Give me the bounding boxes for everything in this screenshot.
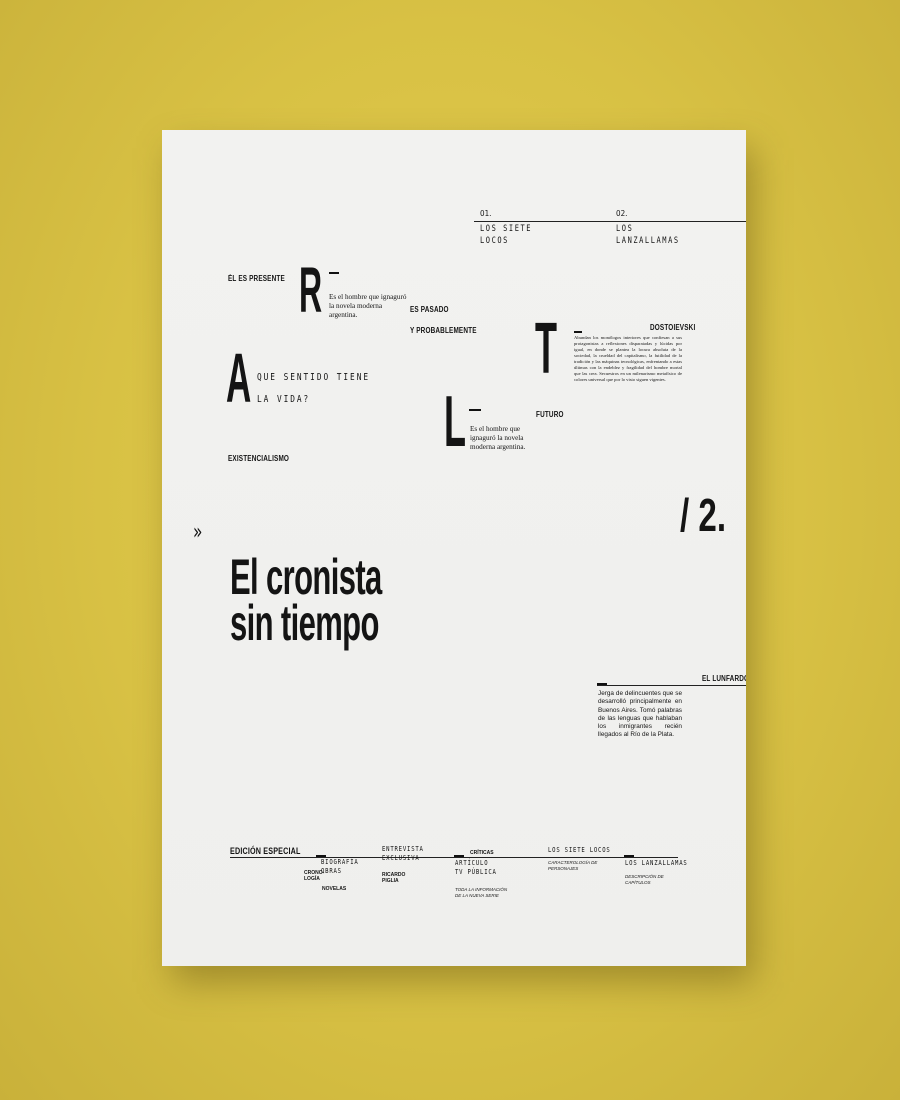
- label-futuro: FUTURO: [536, 410, 564, 419]
- footer-novelas: NOVELAS: [322, 886, 347, 892]
- quote-l: Es el hombre que ignaguró la novela mode…: [470, 425, 526, 451]
- nav-rule: [474, 221, 746, 222]
- footer-entrevista: ENTREVISTA EXCLUSIVA: [382, 845, 424, 862]
- footer-dash-1: [316, 855, 326, 857]
- footer-criticas: CRÍTICAS: [470, 850, 494, 856]
- dash-l: [469, 409, 481, 411]
- footer-caracterologia: CARACTEROLOGÍA DE PERSONAJES: [548, 860, 598, 871]
- footer-biografia: BIOGRAFÍA OBRAS: [321, 858, 359, 875]
- lunfardo-rule: [597, 685, 746, 686]
- footer-lanzallamas: LOS LANZALLAMAS: [625, 859, 688, 867]
- footer-descripcion: DESCRIPCIÓN DE CAPÍTULOS: [625, 874, 664, 885]
- poster: 01. LOS SIETE LOCOS 02. LOS LANZALLAMAS …: [162, 130, 746, 966]
- dash-r: [329, 272, 339, 274]
- nav-item1-title: LOS SIETE LOCOS: [480, 224, 533, 246]
- lunfardo-dash: [597, 683, 607, 685]
- footer-cronologia: CRONO- LOGÍA: [304, 870, 325, 882]
- letter-a: A: [226, 339, 252, 417]
- footer-dash-3: [624, 855, 634, 857]
- footer-edition: EDICIÓN ESPECIAL: [230, 846, 301, 856]
- footer-ricardo: RICARDO PIGLIA: [382, 872, 406, 884]
- footer-articulo: ARTÍCULO TV PÚBLICA: [455, 859, 497, 876]
- question-text: QUE SENTIDO TIENE LA VIDA?: [257, 372, 370, 405]
- footer-siete-locos: LOS SIETE LOCOS: [548, 846, 611, 854]
- letter-l: L: [444, 382, 466, 462]
- main-title: El cronista sin tiempo: [230, 549, 382, 651]
- nav-item2-title: LOS LANZALLAMAS: [616, 224, 680, 246]
- letter-r: R: [299, 254, 323, 326]
- dash-dostoievski: [574, 331, 582, 333]
- label-existencialismo: EXISTENCIALISMO: [228, 454, 290, 463]
- footer-dash-2: [454, 855, 464, 857]
- label-el-es-presente: ÉL ES PRESENTE: [228, 274, 285, 283]
- lunfardo-heading: EL LUNFARDO: [702, 674, 746, 683]
- label-y-probablemente: Y PROBABLEMENTE: [410, 326, 477, 335]
- dostoievski-text: Abundan los monólogos interiores que con…: [574, 335, 682, 382]
- nav-item1-number: 01.: [480, 209, 492, 218]
- footer-rule: [230, 857, 678, 858]
- quote-r: Es el hombre que ignaguró la novela mode…: [329, 293, 407, 319]
- letter-t: T: [535, 309, 557, 389]
- section-number: / 2.: [680, 489, 727, 541]
- label-dostoievski: DOSTOIEVSKI: [650, 323, 696, 332]
- lunfardo-text: Jerga de delincuentes que se desarrolló …: [598, 690, 682, 739]
- label-es-pasado: ES PASADO: [410, 305, 449, 314]
- double-arrow-icon: »: [193, 520, 203, 545]
- nav-item2-number: 02.: [616, 209, 628, 218]
- footer-toda-info: TODA LA INFORMACIÓN DE LA NUEVA SERIE: [455, 887, 508, 898]
